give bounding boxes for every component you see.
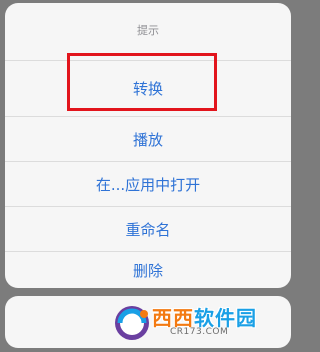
action-sheet: 提示 转换 播放 在...应用中打开 重命名 删除 bbox=[5, 3, 291, 288]
rename-option[interactable]: 重命名 bbox=[5, 206, 291, 251]
delete-option[interactable]: 删除 bbox=[5, 251, 291, 288]
convert-option[interactable]: 转换 bbox=[5, 60, 291, 116]
screen: 提示 转换 播放 在...应用中打开 重命名 删除 西西软件园 CR173.CO… bbox=[0, 0, 296, 352]
play-option[interactable]: 播放 bbox=[5, 116, 291, 161]
open-in-app-option[interactable]: 在...应用中打开 bbox=[5, 161, 291, 206]
cancel-button[interactable] bbox=[5, 296, 291, 348]
action-sheet-title: 提示 bbox=[137, 24, 159, 37]
